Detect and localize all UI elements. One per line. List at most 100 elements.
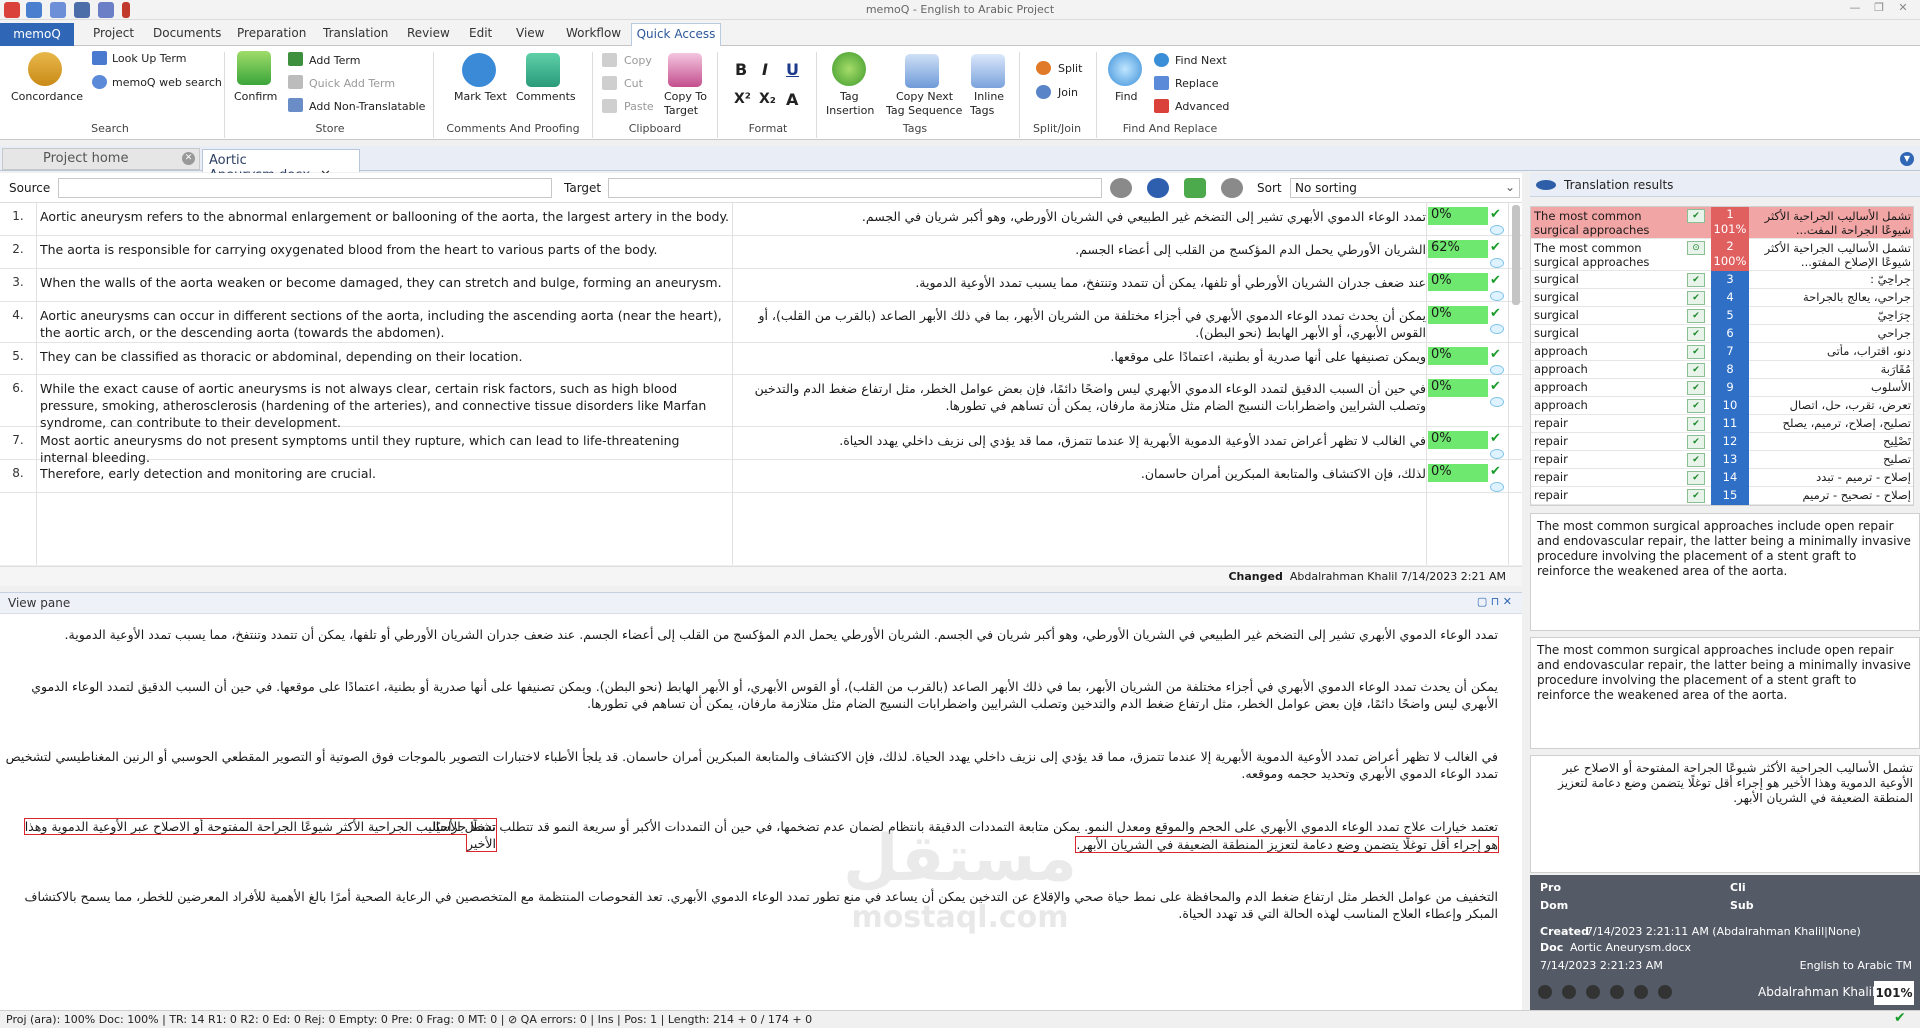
copy-button[interactable]: Copy — [624, 54, 652, 67]
comment-icon[interactable] — [1490, 482, 1504, 492]
comment-icon[interactable] — [1490, 225, 1504, 235]
segment-row[interactable]: 2. The aorta is responsible for carrying … — [0, 236, 1522, 269]
comment-icon[interactable] — [1490, 449, 1504, 459]
target-text[interactable]: في حين أن السبب الدقيق لتمدد الوعاء الدم… — [736, 380, 1426, 414]
change-case-button[interactable]: A — [786, 90, 798, 109]
source-text[interactable]: They can be classified as thoracic or ab… — [40, 348, 730, 365]
underline-button[interactable]: U — [786, 60, 799, 79]
source-filter-input[interactable] — [58, 178, 552, 198]
quick-add-term-button[interactable]: Quick Add Term — [309, 77, 395, 90]
tab-documents[interactable]: Documents — [153, 26, 221, 40]
segment-row[interactable]: 3. When the walls of the aorta weaken or … — [0, 269, 1522, 302]
target-text[interactable]: الشريان الأورطي يحمل الدم المؤكسج من الق… — [736, 241, 1426, 258]
copy-next-tag-button-label2[interactable]: Tag Sequence — [886, 104, 962, 117]
find-button[interactable]: Find — [1115, 90, 1138, 103]
comment-icon[interactable] — [1490, 397, 1504, 407]
segment-row[interactable]: 6. While the exact cause of aortic aneury… — [0, 375, 1522, 430]
tab-quick-access[interactable]: Quick Access — [631, 23, 721, 47]
nav-icon[interactable] — [1610, 985, 1624, 999]
result-row[interactable]: repair ✔ 15 إصلاح - تصحيح - ترميم — [1531, 487, 1913, 505]
mark-text-icon[interactable] — [462, 53, 496, 87]
tab-project-home[interactable]: Project home — [2, 148, 200, 170]
copy-next-tag-icon[interactable] — [905, 54, 939, 88]
target-text[interactable]: عند ضعف جدران الشريان الأورطي أو تلفها، … — [736, 274, 1426, 291]
source-text[interactable]: Therefore, early detection and monitorin… — [40, 465, 730, 482]
tab-memoq[interactable]: memoQ — [0, 23, 74, 46]
subscript-button[interactable]: X₂ — [759, 91, 776, 107]
source-text[interactable]: When the walls of the aorta weaken or be… — [40, 274, 730, 291]
comment-icon[interactable] — [1490, 258, 1504, 268]
tag-insertion-button[interactable]: Tag — [840, 90, 859, 103]
tab-view[interactable]: View — [516, 26, 544, 40]
lookup-term-button[interactable]: Look Up Term — [112, 52, 186, 65]
segment-row[interactable] — [0, 526, 1522, 565]
italic-button[interactable]: I — [762, 60, 768, 79]
target-text[interactable]: يمكن أن يحدث تمدد الوعاء الدموي الأبهري … — [736, 307, 1426, 341]
web-search-button[interactable]: memoQ web search — [112, 76, 222, 89]
tag-insertion-icon[interactable] — [832, 52, 866, 86]
filter-add-icon[interactable] — [1184, 178, 1206, 198]
tab-preparation[interactable]: Preparation — [237, 26, 306, 40]
result-row[interactable]: The most common surgical approaches incl… — [1531, 207, 1913, 239]
copy-to-target-button-label2[interactable]: Target — [664, 104, 698, 117]
sort-select[interactable]: No sorting ⌄ — [1290, 178, 1520, 198]
source-text[interactable]: Aortic aneurysms can occur in different … — [40, 307, 730, 341]
find-next-button[interactable]: Find Next — [1175, 54, 1227, 67]
comment-icon[interactable] — [1490, 291, 1504, 301]
bold-button[interactable]: B — [735, 60, 747, 79]
nav-icon[interactable] — [1658, 985, 1672, 999]
paste-button[interactable]: Paste — [624, 100, 654, 113]
find-icon[interactable] — [1108, 52, 1142, 86]
cut-button[interactable]: Cut — [624, 77, 643, 90]
gear-icon[interactable] — [1147, 178, 1169, 198]
clear-filter-icon[interactable] — [1221, 178, 1243, 198]
target-filter-input[interactable] — [608, 178, 1102, 198]
tag-insertion-button-label2[interactable]: Insertion — [826, 104, 874, 117]
result-row[interactable]: surgical ✔ 5 جِرَاحِيّ — [1531, 307, 1913, 325]
copy-to-target-icon[interactable] — [668, 53, 702, 87]
advanced-button[interactable]: Advanced — [1175, 100, 1229, 113]
nav-icon[interactable] — [1586, 985, 1600, 999]
comments-button[interactable]: Comments — [516, 90, 576, 103]
source-text[interactable]: The aorta is responsible for carrying ox… — [40, 241, 730, 258]
concordance-icon[interactable] — [28, 52, 62, 86]
nav-buttons[interactable] — [1538, 985, 1728, 1001]
inline-tags-button-label2[interactable]: Tags — [970, 104, 994, 117]
result-row[interactable]: approach ✔ 9 الأسلوب — [1531, 379, 1913, 397]
segment-row[interactable]: 7. Most aortic aneurysms do not present s… — [0, 427, 1522, 465]
confirm-button[interactable]: Confirm — [234, 90, 277, 103]
segment-row[interactable]: 1. Aortic aneurysm refers to the abnormal… — [0, 203, 1522, 236]
maximize-icon[interactable]: ❐ — [1868, 1, 1890, 17]
result-row[interactable]: surgical ✔ 4 جراحي، يعالج بالجراحة — [1531, 289, 1913, 307]
tab-workflow[interactable]: Workflow — [566, 26, 621, 40]
copy-next-tag-button[interactable]: Copy Next — [896, 90, 953, 103]
tab-review[interactable]: Review — [407, 26, 450, 40]
add-term-button[interactable]: Add Term — [309, 54, 360, 67]
result-row[interactable]: approach ✔ 8 مُقَارَبة — [1531, 361, 1913, 379]
segment-row[interactable]: 5. They can be classified as thoracic or … — [0, 343, 1522, 375]
superscript-button[interactable]: X² — [734, 91, 751, 107]
close-tab-icon[interactable]: ✕ — [182, 152, 195, 165]
result-row[interactable]: approach ✔ 7 دنو، اقتراب، مأتى — [1531, 343, 1913, 361]
comment-icon[interactable] — [1490, 324, 1504, 334]
confirm-icon[interactable] — [237, 51, 271, 85]
result-row[interactable]: surgical ✔ 6 جراحي — [1531, 325, 1913, 343]
result-row[interactable]: surgical ✔ 3 جِراحِيّ : — [1531, 271, 1913, 289]
add-non-translatable-button[interactable]: Add Non-Translatable — [309, 100, 425, 113]
target-text[interactable]: في الغالب لا تظهر أعراض تمدد الأوعية الد… — [736, 432, 1426, 449]
inline-tags-icon[interactable] — [971, 54, 1005, 88]
result-row[interactable]: approach ✔ 10 تعرض، تقرب، حل، اتصال — [1531, 397, 1913, 415]
replace-button[interactable]: Replace — [1175, 77, 1219, 90]
result-row[interactable]: The most common surgical approaches incl… — [1531, 239, 1913, 271]
nav-icon[interactable] — [1538, 985, 1552, 999]
target-text[interactable]: ويمكن تصنيفها على أنها صدرية أو بطنية، ا… — [736, 348, 1426, 365]
target-text[interactable]: تمدد الوعاء الدموي الأبهري تشير إلى التض… — [736, 208, 1426, 225]
tab-project[interactable]: Project — [93, 26, 134, 40]
nav-icon[interactable] — [1562, 985, 1576, 999]
result-row[interactable]: repair ✔ 11 تصليح، إصلاح، ترميم، يصلح — [1531, 415, 1913, 433]
source-text[interactable]: Aortic aneurysm refers to the abnormal e… — [40, 208, 730, 225]
active-segment-highlight[interactable]: تشمل الأساليب الجراحية الأكثر شيوعًا الج… — [23, 818, 498, 852]
concordance-button[interactable]: Concordance — [11, 90, 83, 103]
segment-row[interactable]: 4. Aortic aneurysms can occur in differen… — [0, 302, 1522, 343]
comment-icon[interactable] — [1490, 365, 1504, 375]
